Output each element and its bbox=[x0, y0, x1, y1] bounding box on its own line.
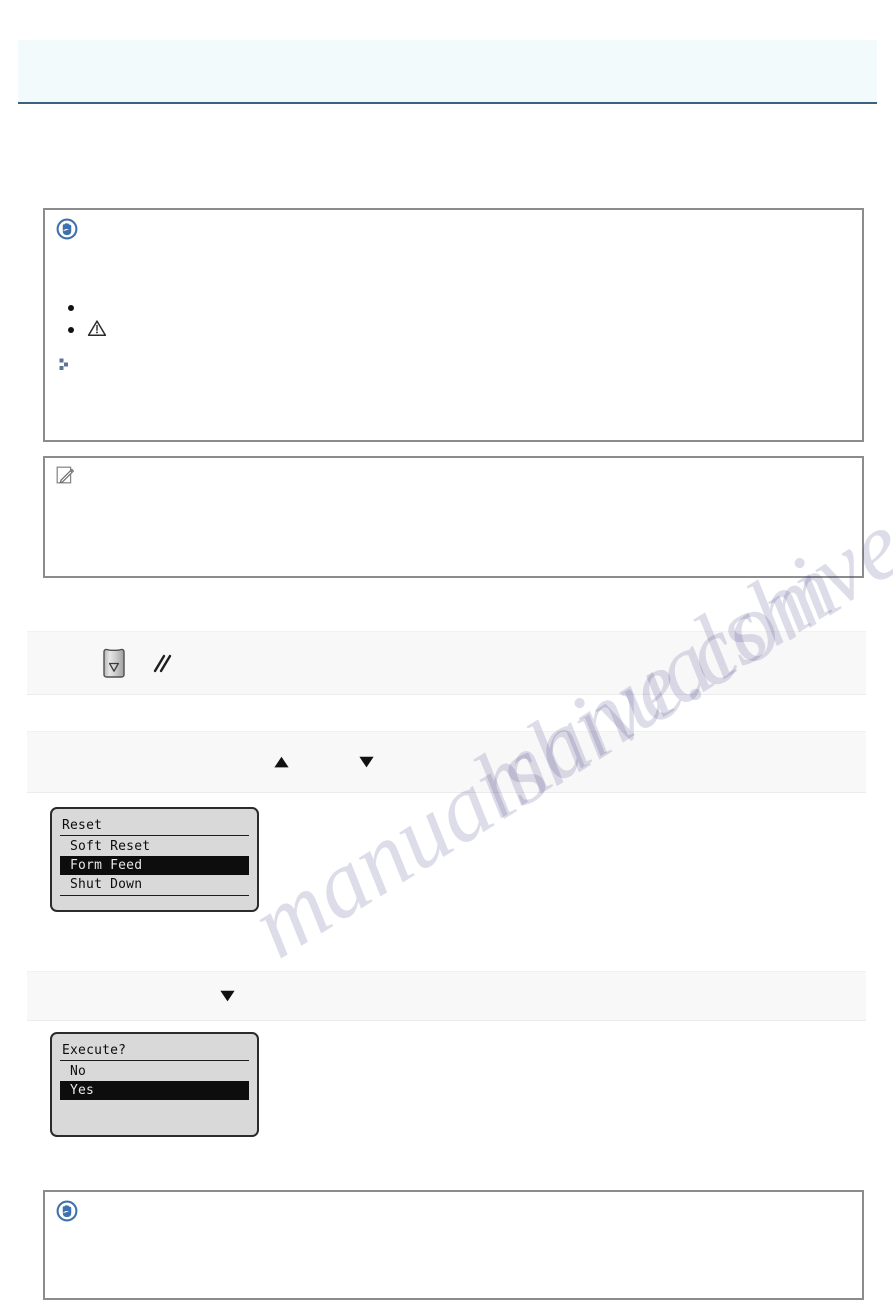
note-pencil-icon bbox=[56, 466, 75, 485]
lcd-menu-item-soft-reset[interactable]: Soft Reset bbox=[60, 837, 249, 856]
list-item bbox=[59, 296, 849, 318]
triangle-down-icon[interactable] bbox=[358, 755, 375, 769]
warning-triangle-icon bbox=[87, 319, 107, 337]
double-slash-separator-icon bbox=[149, 650, 175, 676]
important-notice-bullet-list bbox=[59, 296, 849, 340]
step-3-inner bbox=[27, 972, 866, 1020]
important-notice-bottom-header bbox=[56, 1200, 86, 1222]
lcd-execute-confirm-screen: Execute? No Yes bbox=[60, 1042, 249, 1100]
lcd-reset-menu-screen: Reset Soft Reset Form Feed Shut Down bbox=[60, 817, 249, 896]
procedure-step-3 bbox=[27, 971, 866, 1021]
lcd-menu-item-no[interactable]: No bbox=[60, 1062, 249, 1081]
step-1-inner bbox=[27, 632, 866, 694]
lcd-title: Execute? bbox=[60, 1042, 249, 1061]
important-notice-header bbox=[56, 218, 86, 240]
important-stop-hand-icon bbox=[56, 218, 78, 240]
lcd-title: Reset bbox=[60, 817, 249, 836]
procedure-step-1 bbox=[27, 631, 866, 695]
lcd-menu-item-form-feed[interactable]: Form Feed bbox=[60, 856, 249, 875]
important-notice-body bbox=[45, 210, 862, 440]
panel-key-down-icon[interactable] bbox=[101, 646, 127, 680]
important-stop-hand-icon bbox=[56, 1200, 78, 1222]
step-2-inner bbox=[27, 732, 866, 792]
important-notice-bottom-body bbox=[45, 1192, 862, 1298]
important-notice-box bbox=[43, 208, 864, 442]
important-notice-box-bottom bbox=[43, 1190, 864, 1300]
lcd-menu-item-shut-down[interactable]: Shut Down bbox=[60, 875, 249, 894]
lcd-reset-menu: Reset Soft Reset Form Feed Shut Down bbox=[50, 807, 259, 912]
lcd-execute-confirm: Execute? No Yes bbox=[50, 1032, 259, 1137]
note-box-header bbox=[56, 466, 83, 485]
triangle-down-icon[interactable] bbox=[219, 989, 236, 1003]
lcd-bottom-rule bbox=[60, 895, 249, 896]
triangle-up-icon[interactable] bbox=[273, 755, 290, 769]
list-item bbox=[59, 318, 849, 340]
procedure-step-2 bbox=[27, 731, 866, 793]
blue-step-arrow-icon bbox=[59, 358, 71, 371]
lcd-menu-item-yes[interactable]: Yes bbox=[60, 1081, 249, 1100]
page-header-banner bbox=[18, 40, 877, 104]
note-box bbox=[43, 456, 864, 578]
important-notice-sub-note bbox=[59, 358, 849, 371]
note-box-body bbox=[45, 458, 862, 576]
